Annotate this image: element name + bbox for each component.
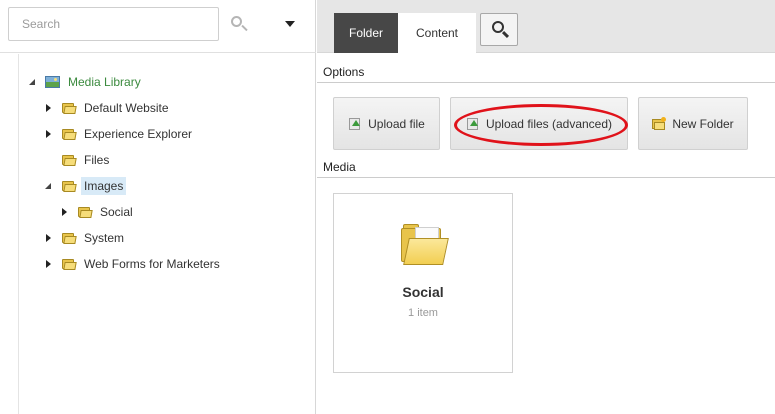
tree-node-media-library[interactable]: Media Library xyxy=(28,72,144,92)
tree-node-label: Default Website xyxy=(84,101,169,115)
folder-icon xyxy=(401,224,449,266)
upload-advanced-icon xyxy=(466,117,480,131)
folder-icon xyxy=(61,231,77,245)
upload-files-advanced-label: Upload files (advanced) xyxy=(485,116,613,131)
tree-guide-line xyxy=(18,54,19,414)
folder-icon xyxy=(61,101,77,115)
expand-toggle-icon[interactable] xyxy=(60,207,70,217)
search-dropdown-icon[interactable] xyxy=(282,18,298,30)
tree-node-label: Images xyxy=(81,177,127,195)
tree-node-label: Web Forms for Marketers xyxy=(84,257,220,271)
media-item-title: Social xyxy=(402,284,444,300)
expand-toggle-icon[interactable] xyxy=(44,103,54,113)
tree-node-label: Experience Explorer xyxy=(84,127,193,141)
expand-toggle-icon[interactable] xyxy=(44,259,54,269)
ribbon-tab-bar: Folder Content xyxy=(317,0,775,53)
folder-icon xyxy=(77,205,93,219)
folder-icon xyxy=(61,153,77,167)
media-item-count: 1 item xyxy=(408,307,438,319)
new-folder-button[interactable]: New Folder xyxy=(638,97,748,150)
upload-file-label: Upload file xyxy=(368,116,425,131)
search-icon[interactable] xyxy=(229,14,251,36)
tree-node-files[interactable]: Files xyxy=(44,150,112,170)
folder-icon xyxy=(61,179,77,193)
upload-icon xyxy=(348,117,362,131)
expand-toggle-icon[interactable] xyxy=(44,181,54,191)
tree-node-web-forms[interactable]: Web Forms for Marketers xyxy=(44,254,223,274)
expand-toggle-icon[interactable] xyxy=(28,77,38,87)
new-folder-label: New Folder xyxy=(672,116,734,131)
tab-folder[interactable]: Folder xyxy=(334,13,398,53)
tree-node-label: Media Library xyxy=(68,75,141,89)
media-item-tile[interactable]: Social 1 item xyxy=(333,193,513,373)
tree-node-experience-explorer[interactable]: Experience Explorer xyxy=(44,124,195,144)
tab-content[interactable]: Content xyxy=(398,13,476,53)
media-library-icon xyxy=(45,75,61,89)
tree-node-default-website[interactable]: Default Website xyxy=(44,98,172,118)
options-section-header: Options xyxy=(317,61,775,83)
expand-toggle-icon[interactable] xyxy=(44,233,54,243)
media-section-header: Media xyxy=(317,156,775,178)
tree-node-system[interactable]: System xyxy=(44,228,127,248)
new-folder-icon xyxy=(652,116,667,131)
folder-icon xyxy=(61,257,77,271)
tree-node-label: System xyxy=(84,231,125,245)
search-input[interactable] xyxy=(8,7,219,41)
tree-node-label: Social xyxy=(100,205,133,219)
tree-node-images[interactable]: Images xyxy=(44,176,127,196)
folder-icon xyxy=(61,127,77,141)
upload-files-advanced-button[interactable]: Upload files (advanced) xyxy=(450,97,628,150)
tree-node-social[interactable]: Social xyxy=(60,202,136,222)
search-bar xyxy=(0,0,316,53)
tree-node-label: Files xyxy=(84,153,110,167)
ribbon-search-button[interactable] xyxy=(480,13,518,46)
content-tree-panel: Media Library Default Website Experience… xyxy=(0,0,316,414)
upload-file-button[interactable]: Upload file xyxy=(333,97,440,150)
expand-toggle-icon[interactable] xyxy=(44,129,54,139)
